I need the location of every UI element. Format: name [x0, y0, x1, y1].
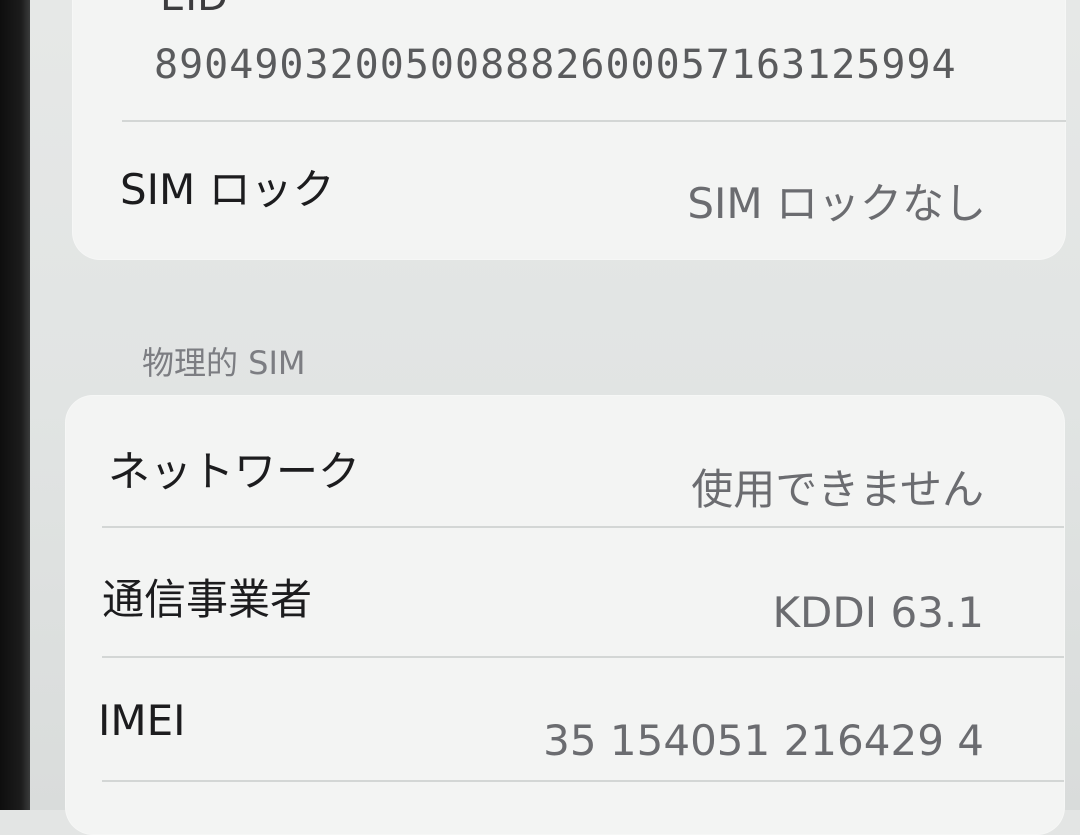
- row-divider: [122, 120, 1066, 122]
- network-label: ネットワーク: [108, 447, 361, 496]
- carrier-value: KDDI 63.1: [772, 588, 984, 637]
- sim-lock-label: SIM ロック: [120, 165, 335, 214]
- eid-value: 89049032005008882600057163125994: [154, 42, 957, 88]
- settings-screen: EID 89049032005008882600057163125994 SIM…: [30, 0, 1080, 835]
- physical-sim-section-header: 物理的 SIM: [142, 344, 306, 382]
- eid-label: EID: [160, 0, 228, 20]
- device-bezel: [0, 0, 30, 810]
- row-divider: [102, 656, 1064, 658]
- row-divider: [102, 526, 1064, 528]
- imei-value: 35 154051 216429 4: [543, 716, 984, 765]
- row-divider: [102, 780, 1064, 782]
- network-value: 使用できません: [691, 465, 984, 514]
- sim-lock-value: SIM ロックなし: [687, 179, 986, 228]
- imei-label: IMEI: [98, 696, 186, 745]
- carrier-label: 通信事業者: [102, 575, 313, 624]
